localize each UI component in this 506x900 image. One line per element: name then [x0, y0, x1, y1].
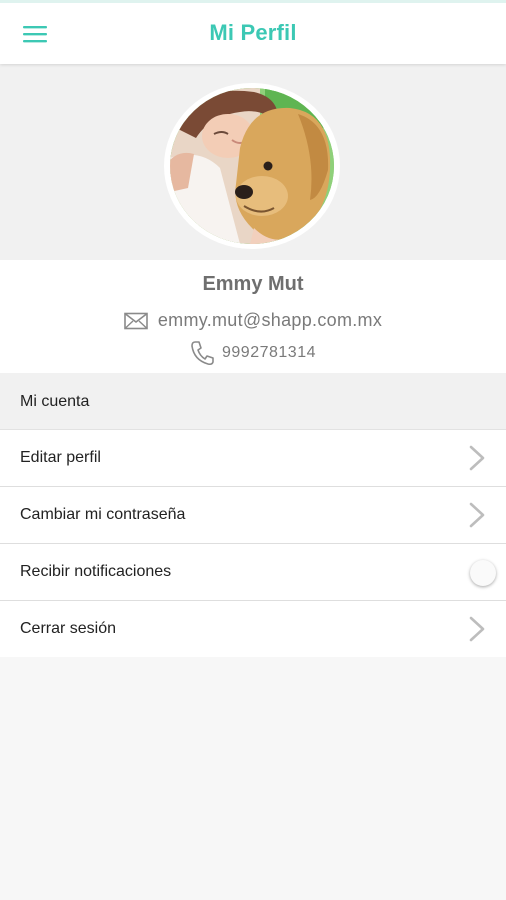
- app-header: Mi Perfil: [0, 0, 506, 64]
- notifications-toggle[interactable]: [470, 560, 496, 586]
- envelope-icon: [124, 312, 148, 329]
- profile-email[interactable]: emmy.mut@shapp.com.mx: [158, 310, 382, 331]
- chevron-right-icon: [469, 616, 485, 642]
- section-title: Mi cuenta: [20, 393, 90, 410]
- phone-icon: [191, 341, 214, 366]
- profile-photo-area: [0, 64, 506, 260]
- page-title: Mi Perfil: [209, 20, 297, 45]
- change-password-row[interactable]: Cambiar mi contraseña: [0, 487, 506, 544]
- avatar[interactable]: [170, 88, 334, 244]
- edit-profile-row[interactable]: Editar perfil: [0, 430, 506, 487]
- logout-row[interactable]: Cerrar sesión: [0, 601, 506, 658]
- email-row: emmy.mut@shapp.com.mx: [0, 310, 506, 331]
- profile-screen: Mi Perfil Emmy Mut emmy.mut@shapp.com.mx…: [0, 0, 506, 900]
- chevron-right-icon: [469, 445, 485, 471]
- empty-area: [0, 657, 506, 900]
- avatar-frame: [164, 83, 340, 249]
- phone-row: 9992781314: [0, 340, 506, 366]
- account-section-header: Mi cuenta: [0, 373, 506, 430]
- profile-name: Emmy Mut: [202, 273, 304, 295]
- menu-item-label: Editar perfil: [20, 449, 101, 466]
- chevron-right-icon: [469, 502, 485, 528]
- profile-photo: [170, 88, 334, 244]
- menu-item-label: Recibir notificaciones: [20, 563, 172, 580]
- menu-item-label: Cambiar mi contraseña: [20, 506, 186, 523]
- profile-phone[interactable]: 9992781314: [222, 344, 316, 362]
- profile-info: Emmy Mut emmy.mut@shapp.com.mx 999278131…: [0, 260, 506, 373]
- menu-item-label: Cerrar sesión: [20, 620, 117, 637]
- notifications-row: Recibir notificaciones: [0, 544, 506, 601]
